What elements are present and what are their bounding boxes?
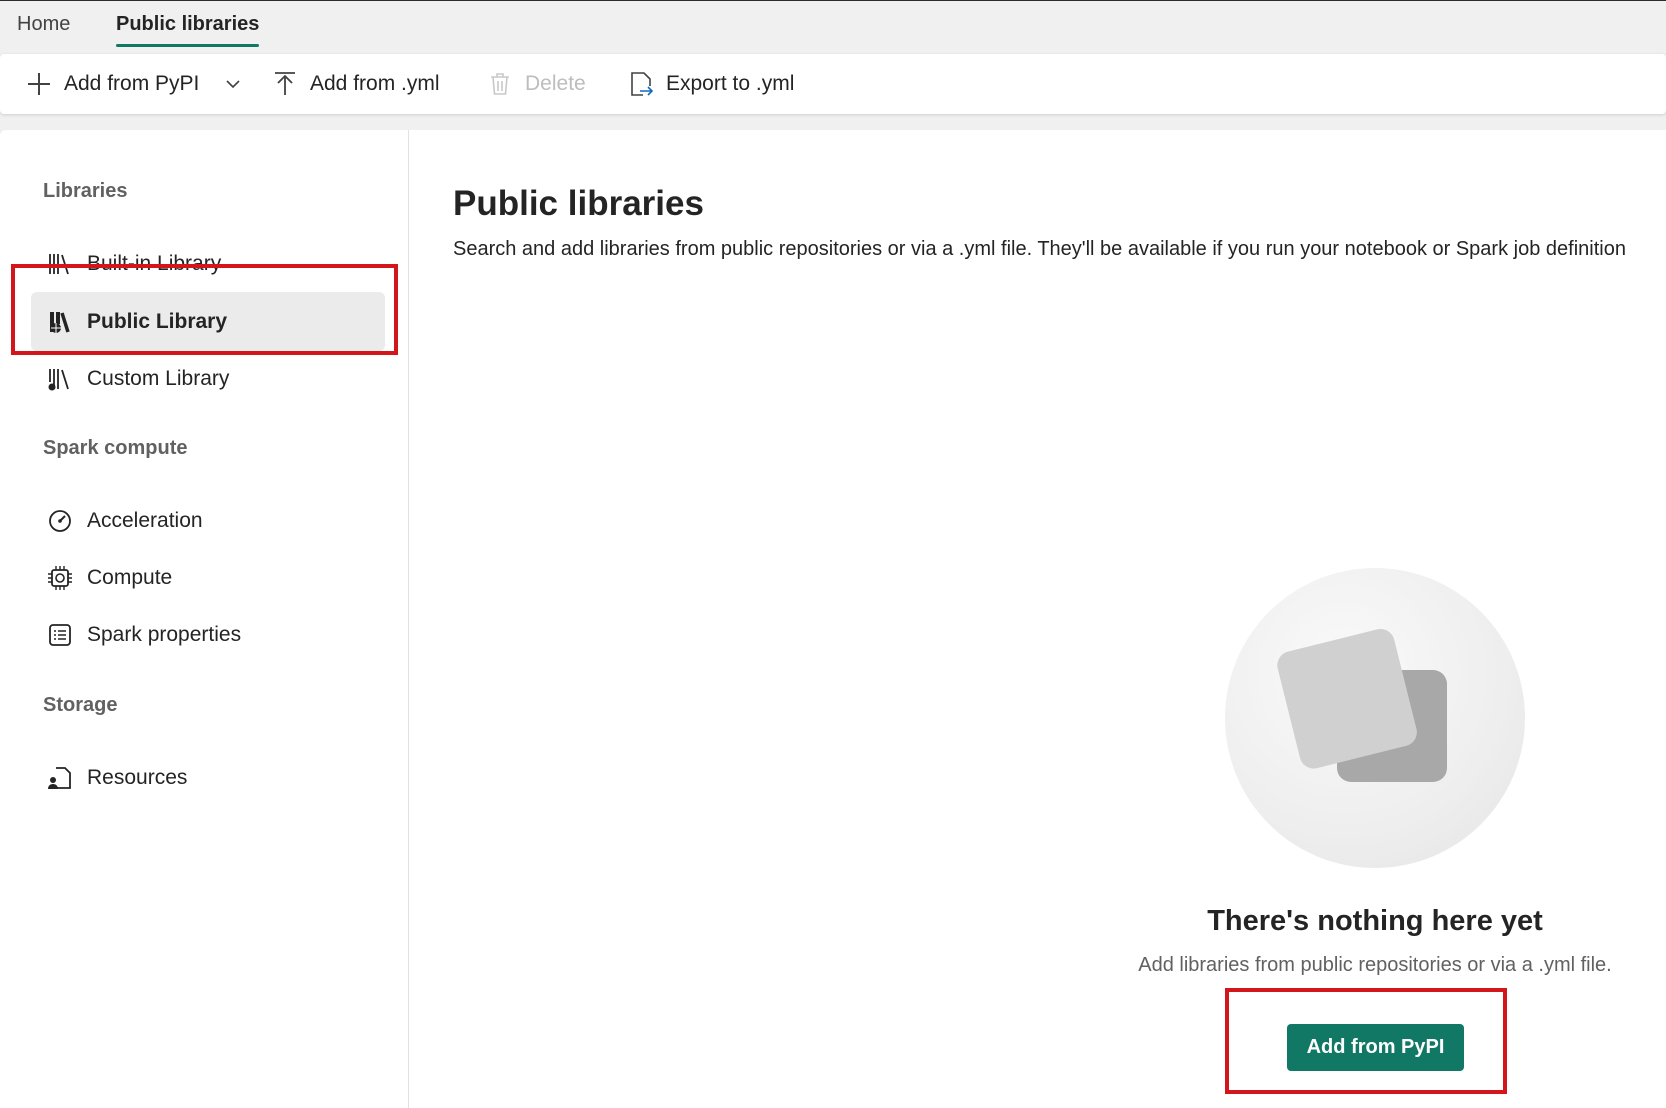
sidebar-item-label: Spark properties (87, 622, 242, 646)
add-from-pypi-button[interactable]: Add from PyPI (26, 54, 199, 114)
empty-state-illustration (1225, 568, 1525, 868)
chevron-down-icon (226, 80, 240, 89)
sidebar-item-custom-library[interactable]: Custom Library (31, 349, 385, 408)
empty-state-description: Add libraries from public repositories o… (1138, 954, 1612, 976)
list-icon (49, 623, 71, 646)
public-library-icon (50, 311, 70, 333)
plus-icon (28, 73, 50, 95)
document-person-icon (48, 766, 71, 789)
add-from-yml-button[interactable]: Add from .yml (272, 54, 440, 114)
sidebar-item-acceleration[interactable]: Acceleration (31, 491, 385, 550)
sidebar-item-label: Built-in Library (87, 251, 222, 275)
page-description: Search and add libraries from public rep… (453, 238, 1626, 260)
sidebar-item-public-library[interactable]: Public Library (31, 292, 385, 351)
settings-sidebar: Libraries Built-in Library Public Librar… (0, 130, 409, 1108)
stacked-cards-icon (1277, 628, 1447, 782)
export-to-yml-label: Export to .yml (666, 72, 795, 95)
add-from-pypi-label: Add from PyPI (64, 72, 200, 95)
top-tab-bar: Home Public libraries (0, 0, 1666, 52)
trash-icon (491, 73, 509, 95)
sidebar-item-compute[interactable]: Compute (31, 548, 385, 607)
add-options-dropdown[interactable] (226, 54, 246, 114)
section-title-libraries: Libraries (43, 180, 128, 202)
sidebar-item-label: Compute (87, 565, 173, 589)
gauge-icon (49, 509, 71, 532)
add-from-yml-label: Add from .yml (310, 72, 440, 95)
sidebar-item-label: Acceleration (87, 508, 203, 532)
tab-home[interactable]: Home (17, 13, 70, 47)
sidebar-item-built-in-library[interactable]: Built-in Library (31, 234, 385, 293)
tab-public-libraries[interactable]: Public libraries (116, 13, 260, 47)
sidebar-item-label: Public Library (87, 309, 228, 333)
content-area: Public libraries Search and add librarie… (410, 130, 1666, 1108)
add-from-pypi-primary-button[interactable]: Add from PyPI (1287, 1024, 1464, 1071)
section-title-storage: Storage (43, 694, 118, 716)
main-panel: Libraries Built-in Library Public Librar… (0, 130, 1666, 1108)
empty-state-title: There's nothing here yet (1207, 905, 1543, 937)
sidebar-item-resources[interactable]: Resources (31, 748, 385, 807)
custom-library-icon (48, 368, 69, 390)
delete-button[interactable]: Delete (487, 54, 586, 114)
page-title: Public libraries (453, 184, 704, 223)
export-file-icon (631, 72, 654, 96)
export-to-yml-button[interactable]: Export to .yml (628, 54, 794, 114)
section-title-spark-compute: Spark compute (43, 437, 188, 459)
sidebar-item-label: Custom Library (87, 366, 230, 390)
toolbar: Add from PyPI Add from .yml Delete Expor… (0, 54, 1666, 114)
library-books-icon (49, 253, 69, 274)
sidebar-item-spark-properties[interactable]: Spark properties (31, 605, 385, 664)
sidebar-item-label: Resources (87, 765, 188, 789)
upload-icon (275, 72, 295, 95)
delete-label: Delete (525, 72, 586, 95)
chip-icon (48, 565, 72, 590)
